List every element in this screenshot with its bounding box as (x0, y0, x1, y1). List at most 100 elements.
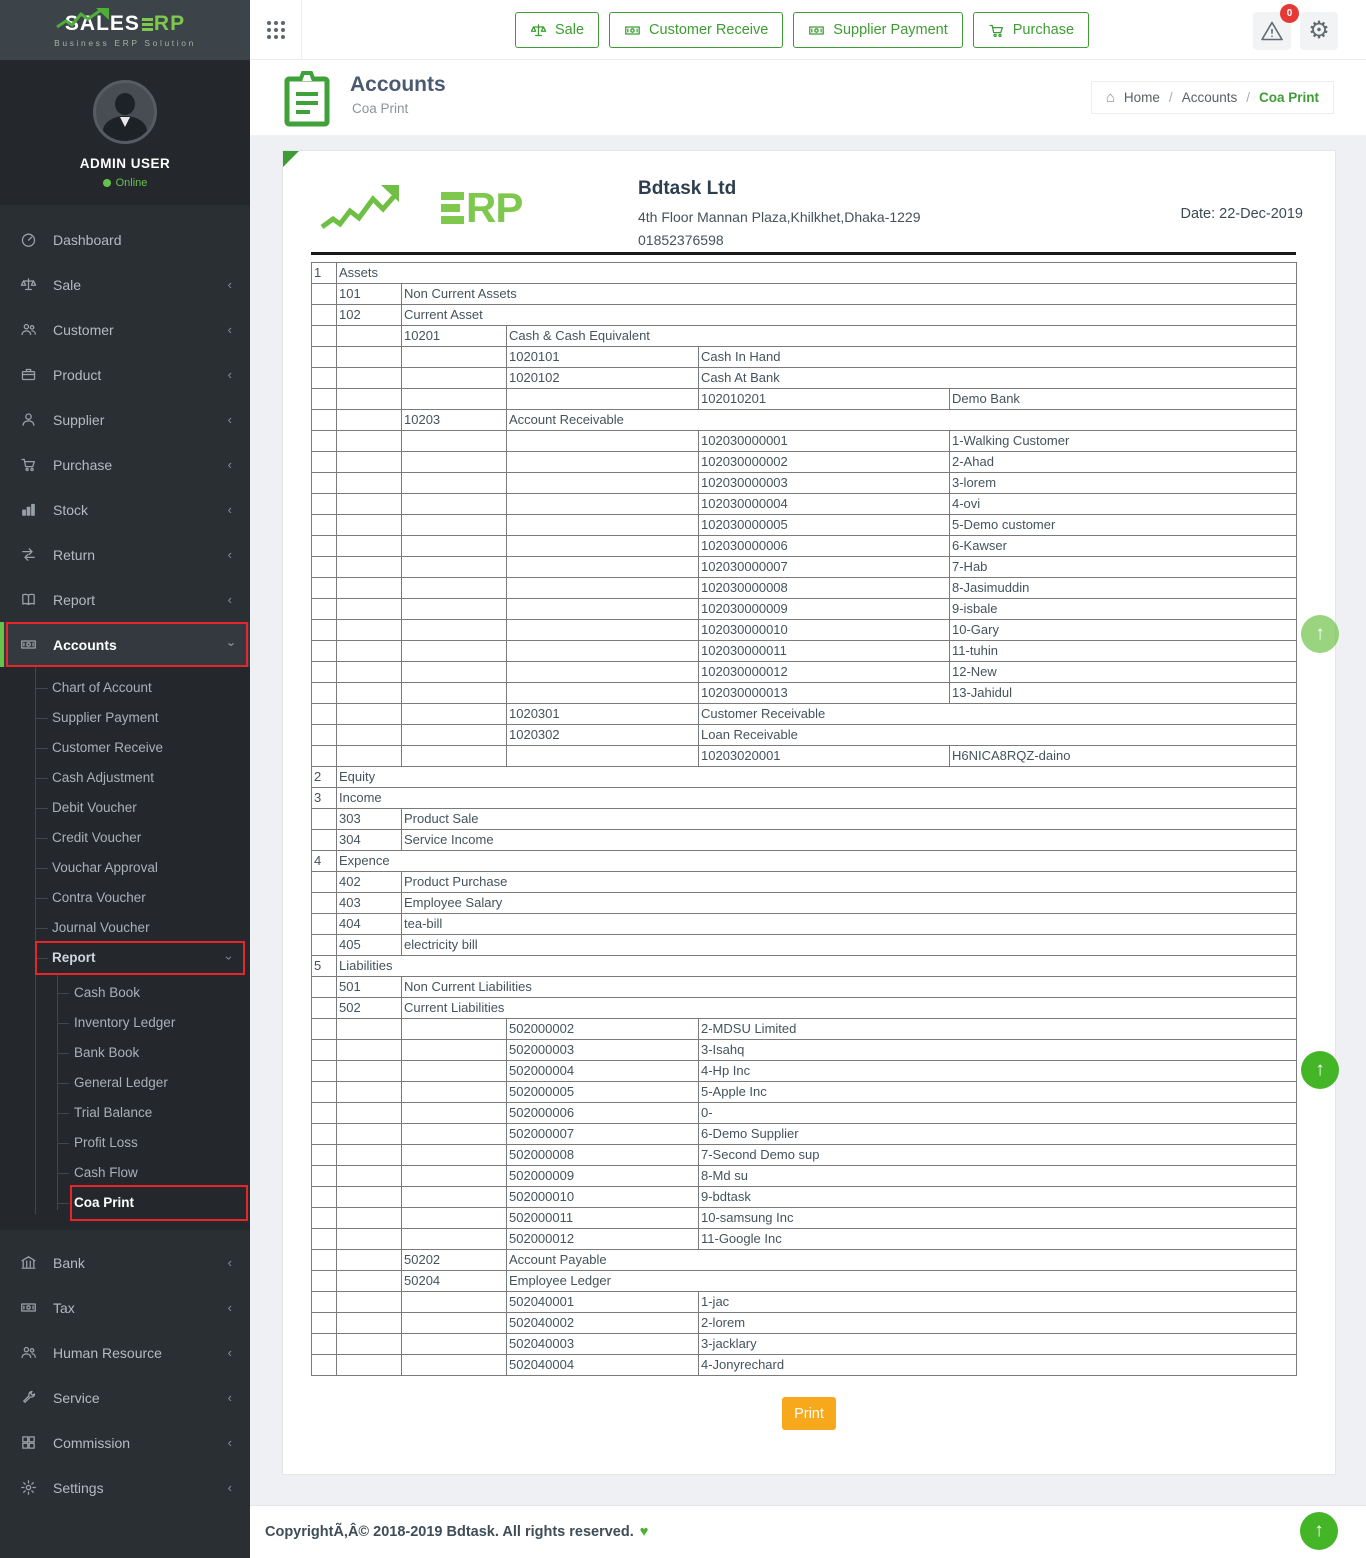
submenu-item-general-ledger[interactable]: General Ledger (0, 1068, 250, 1098)
submenu-item-trial-balance[interactable]: Trial Balance (0, 1098, 250, 1128)
coa-name: 11-Google Inc (699, 1229, 1297, 1250)
arrow-up-icon: ↑ (1314, 1520, 1324, 1542)
sidebar-item-customer[interactable]: Customer‹ (0, 307, 250, 352)
coa-name: 2-lorem (699, 1313, 1297, 1334)
arrows-icon (20, 546, 38, 564)
coa-name: 7-Hab (950, 557, 1297, 578)
sidebar-item-stock[interactable]: Stock‹ (0, 487, 250, 532)
submenu-item-inventory-ledger[interactable]: Inventory Ledger (0, 1008, 250, 1038)
coa-empty-cell (402, 1145, 507, 1166)
coa-empty-cell (402, 1166, 507, 1187)
coa-row: 5020000076-Demo Supplier (312, 1124, 1297, 1145)
coa-empty-cell (337, 704, 402, 725)
sidebar-item-dashboard[interactable]: Dashboard (0, 217, 250, 262)
submenu-item-credit-voucher[interactable]: Credit Voucher (0, 823, 250, 853)
submenu-item-customer-receive[interactable]: Customer Receive (0, 733, 250, 763)
grid-icon (20, 1434, 38, 1452)
coa-name: Current Asset (402, 305, 1297, 326)
submenu-item-vouchar-approval[interactable]: Vouchar Approval (0, 853, 250, 883)
sidebar-item-sale[interactable]: Sale‹ (0, 262, 250, 307)
quick-button-customer-receive[interactable]: Customer Receive (609, 12, 783, 48)
sidebar-item-accounts[interactable]: Accounts ‹ (0, 622, 250, 667)
briefcase-icon (20, 366, 38, 384)
coa-code: 502000002 (507, 1019, 699, 1040)
submenu-item-chart-of-account[interactable]: Chart of Account (0, 673, 250, 703)
sidebar-item-purchase[interactable]: Purchase‹ (0, 442, 250, 487)
scroll-top-button[interactable]: ↑ (1300, 1512, 1338, 1550)
coa-row: 304Service Income (312, 830, 1297, 851)
coa-empty-cell (402, 536, 507, 557)
coa-empty-cell (402, 1292, 507, 1313)
scroll-top-button[interactable]: ↑ (1301, 1051, 1339, 1089)
coa-empty-cell (312, 1061, 337, 1082)
coa-code: 102030000002 (699, 452, 950, 473)
coa-empty-cell (402, 1229, 507, 1250)
sidebar-item-return[interactable]: Return‹ (0, 532, 250, 577)
sidebar-item-bank[interactable]: Bank‹ (0, 1240, 250, 1285)
coa-name: Equity (337, 767, 1297, 788)
sidebar-item-hr[interactable]: Human Resource‹ (0, 1330, 250, 1375)
coa-row: 1020300000099-isbale (312, 599, 1297, 620)
report-submenu: Cash BookInventory LedgerBank BookGenera… (0, 973, 250, 1218)
submenu-item-debit-voucher[interactable]: Debit Voucher (0, 793, 250, 823)
coa-empty-cell (312, 1103, 337, 1124)
coa-code: 102030000009 (699, 599, 950, 620)
submenu-item-supplier-payment[interactable]: Supplier Payment (0, 703, 250, 733)
coa-empty-cell (507, 536, 699, 557)
alerts-button[interactable]: 0 (1253, 12, 1291, 50)
coa-empty-cell (312, 389, 337, 410)
settings-button[interactable]: ⚙ (1300, 12, 1338, 50)
quick-button-supplier-payment[interactable]: Supplier Payment (793, 12, 962, 48)
coa-empty-cell (337, 452, 402, 473)
coa-name: Assets (337, 263, 1297, 284)
coa-row: 5Liabilities (312, 956, 1297, 977)
coa-empty-cell (507, 578, 699, 599)
chevron-down-icon: ‹ (213, 956, 243, 960)
sidebar-item-commission[interactable]: Commission‹ (0, 1420, 250, 1465)
erp-e-icon (441, 192, 464, 224)
quick-button-label: Sale (555, 22, 584, 38)
sidebar-item-settings[interactable]: Settings‹ (0, 1465, 250, 1510)
sidebar-item-product[interactable]: Product‹ (0, 352, 250, 397)
avatar[interactable] (93, 80, 157, 144)
scroll-top-button[interactable]: ↑ (1301, 615, 1339, 653)
sidebar-item-tax[interactable]: Tax‹ (0, 1285, 250, 1330)
coa-name: Service Income (402, 830, 1297, 851)
coa-name: 9-bdtask (699, 1187, 1297, 1208)
coa-name: 0- (699, 1103, 1297, 1124)
submenu-item-profit-loss[interactable]: Profit Loss (0, 1128, 250, 1158)
coa-name: 13-Jahidul (950, 683, 1297, 704)
sidebar-item-report[interactable]: Report‹ (0, 577, 250, 622)
corner-ribbon-icon (283, 151, 299, 167)
page-titles: Accounts Coa Print (350, 73, 446, 116)
submenu-item-contra-voucher[interactable]: Contra Voucher (0, 883, 250, 913)
sidebar: SALESRP Business ERP Solution ADMIN USER… (0, 0, 250, 1558)
submenu-item-cash-adjustment[interactable]: Cash Adjustment (0, 763, 250, 793)
coa-empty-cell (337, 389, 402, 410)
breadcrumb-accounts[interactable]: Accounts (1182, 90, 1238, 105)
sidebar-item-report-sub[interactable]: Report ‹ (0, 943, 250, 973)
coa-code: 4 (312, 851, 337, 872)
coa-empty-cell (312, 599, 337, 620)
sidebar-item-supplier[interactable]: Supplier‹ (0, 397, 250, 442)
coa-name: Income (337, 788, 1297, 809)
coa-name: Account Receivable (507, 410, 1297, 431)
coa-empty-cell (402, 662, 507, 683)
coa-name: 8-Jasimuddin (950, 578, 1297, 599)
chevron-left-icon: ‹ (228, 458, 232, 471)
submenu-item-cash-flow[interactable]: Cash Flow (0, 1158, 250, 1188)
app-logo[interactable]: SALESRP Business ERP Solution (0, 0, 250, 60)
coa-empty-cell (312, 431, 337, 452)
print-button[interactable]: Print (782, 1397, 836, 1430)
submenu-item-journal-voucher[interactable]: Journal Voucher (0, 913, 250, 943)
sidebar-item-label: Settings (53, 1480, 104, 1496)
submenu-item-coa-print[interactable]: Coa Print (0, 1188, 250, 1218)
submenu-item-bank-book[interactable]: Bank Book (0, 1038, 250, 1068)
sidebar-item-service[interactable]: Service‹ (0, 1375, 250, 1420)
coa-code: 102030000004 (699, 494, 950, 515)
quick-button-sale[interactable]: Sale (515, 12, 599, 48)
submenu-item-cash-book[interactable]: Cash Book (0, 978, 250, 1008)
breadcrumb-home[interactable]: Home (1124, 90, 1160, 105)
apps-grid-icon[interactable] (250, 0, 302, 60)
quick-button-purchase[interactable]: Purchase (973, 12, 1089, 48)
